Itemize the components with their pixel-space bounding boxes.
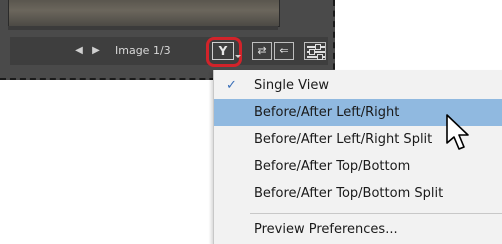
preview-image <box>8 0 280 27</box>
menu-item-label: Single View <box>254 78 329 93</box>
preview-image-edge <box>8 26 278 30</box>
menu-item-preview-preferences[interactable]: Preview Preferences... <box>214 216 502 243</box>
menu-item-label: Before/After Top/Bottom Split <box>254 186 444 201</box>
swap-before-after-icon[interactable]: ⇄ <box>252 42 272 60</box>
menu-item-label: Before/After Left/Right Split <box>254 132 433 147</box>
checkmark-icon: ✓ <box>226 78 237 93</box>
preview-preferences-icon[interactable] <box>304 42 326 60</box>
view-mode-menu: ✓ Single View Before/After Left/Right Be… <box>213 70 502 244</box>
menu-item-single-view[interactable]: ✓ Single View <box>214 72 502 99</box>
menu-item-label: Before/After Left/Right <box>254 105 400 120</box>
image-counter: Image 1/3 <box>115 44 171 57</box>
next-image-icon[interactable]: ▶ <box>89 43 103 59</box>
view-mode-icon[interactable]: Y <box>212 42 234 60</box>
menu-item-label: Preview Preferences... <box>254 222 398 237</box>
view-mode-dropdown-icon[interactable] <box>235 55 241 58</box>
menu-item-before-after-top-bottom[interactable]: Before/After Top/Bottom <box>214 153 502 180</box>
menu-item-label: Before/After Top/Bottom <box>254 159 411 174</box>
mouse-pointer-icon <box>446 114 469 150</box>
copy-settings-icon[interactable]: ⇐ <box>274 42 294 60</box>
previous-image-icon[interactable]: ◀ <box>72 43 86 59</box>
menu-separator <box>250 213 502 214</box>
menu-item-before-after-top-bottom-split[interactable]: Before/After Top/Bottom Split <box>214 180 502 207</box>
